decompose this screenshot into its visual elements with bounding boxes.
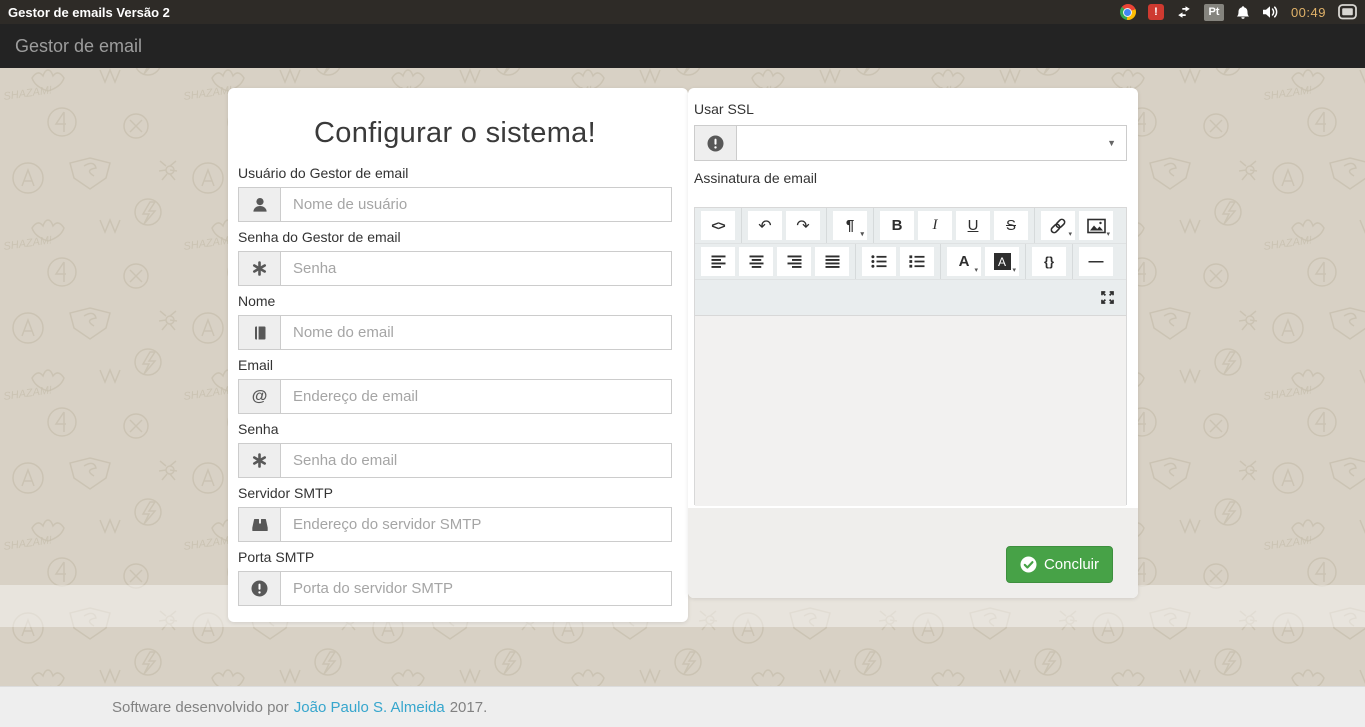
- ssl-select[interactable]: ▼: [736, 125, 1127, 161]
- redo-button[interactable]: ↷: [786, 211, 820, 240]
- system-tray: ! Pt 00:49: [1120, 4, 1357, 21]
- strikethrough-button[interactable]: S: [994, 211, 1028, 240]
- ssl-label: Usar SSL: [694, 102, 1127, 117]
- bell-icon[interactable]: [1236, 5, 1250, 20]
- field-label: Senha do Gestor de email: [238, 230, 672, 245]
- caret-down-icon: ▾: [1012, 266, 1016, 274]
- transfer-icon[interactable]: [1176, 5, 1192, 19]
- ordered-list-icon: [909, 255, 925, 268]
- field-label: Senha: [238, 422, 672, 437]
- unordered-list-icon: [871, 255, 887, 268]
- formatting-button[interactable]: ¶ ▾: [833, 211, 867, 240]
- view-html-button[interactable]: <>: [701, 211, 735, 240]
- signature-label: Assinatura de email: [694, 171, 1127, 186]
- author-link[interactable]: João Paulo S. Almeida: [294, 699, 445, 716]
- volume-icon[interactable]: [1262, 5, 1279, 19]
- asterisk-icon: [238, 443, 280, 478]
- chevron-down-icon: ▼: [1107, 138, 1116, 148]
- field-label: Nome: [238, 294, 672, 309]
- check-circle-icon: [1020, 556, 1037, 573]
- ssl-select-group: ▼: [694, 125, 1127, 161]
- smtp-server-input[interactable]: [280, 507, 672, 542]
- insert-image-button[interactable]: ▾: [1079, 211, 1113, 240]
- asterisk-icon: [238, 251, 280, 286]
- align-center-button[interactable]: [739, 247, 773, 276]
- underline-button[interactable]: U: [956, 211, 990, 240]
- caret-down-icon: ▾: [974, 266, 978, 274]
- app-navbar: Gestor de email: [0, 24, 1365, 68]
- field-smtp-port: Porta SMTP: [238, 550, 672, 606]
- exclamation-circle-icon: [694, 125, 736, 161]
- book-icon: [238, 315, 280, 350]
- align-center-icon: [749, 255, 764, 268]
- fore-color-button[interactable]: A ▾: [947, 247, 981, 276]
- email-address-input[interactable]: [280, 379, 672, 414]
- fullscreen-icon: [1100, 290, 1115, 305]
- image-icon: [1087, 218, 1106, 234]
- editor-toolbar-row1: <> ↶ ↷ ¶ ▾ B I U S: [695, 208, 1126, 244]
- keyboard-layout-badge[interactable]: Pt: [1204, 4, 1224, 21]
- justify-icon: [825, 255, 840, 268]
- link-icon: [1049, 217, 1067, 235]
- ordered-list-button[interactable]: [900, 247, 934, 276]
- at-icon: @: [238, 379, 280, 414]
- alert-icon[interactable]: !: [1148, 4, 1164, 20]
- footer-credit-text: Software desenvolvido por: [112, 699, 289, 716]
- exclamation-circle-icon: [238, 571, 280, 606]
- back-color-icon: A: [994, 253, 1011, 270]
- field-label: Email: [238, 358, 672, 373]
- caret-down-icon: ▾: [1106, 230, 1110, 238]
- field-manager-password: Senha do Gestor de email: [238, 230, 672, 286]
- field-smtp-server: Servidor SMTP: [238, 486, 672, 542]
- email-password-input[interactable]: [280, 443, 672, 478]
- undo-button[interactable]: ↶: [748, 211, 782, 240]
- caret-down-icon: ▾: [1068, 230, 1072, 238]
- italic-button[interactable]: I: [918, 211, 952, 240]
- inbox-icon: [238, 507, 280, 542]
- back-color-button[interactable]: A ▾: [985, 247, 1019, 276]
- caret-down-icon: ▾: [860, 230, 864, 238]
- field-email-address: Email @: [238, 358, 672, 414]
- display-icon[interactable]: [1338, 4, 1357, 20]
- email-name-input[interactable]: [280, 315, 672, 350]
- username-input[interactable]: [280, 187, 672, 222]
- signature-editor: <> ↶ ↷ ¶ ▾ B I U S: [694, 207, 1127, 505]
- link-button[interactable]: ▾: [1041, 211, 1075, 240]
- editor-toolbar-row2: A ▾ A ▾ {} —: [695, 244, 1126, 280]
- preformatted-button[interactable]: {}: [1032, 247, 1066, 276]
- submit-button-label: Concluir: [1044, 556, 1099, 573]
- editor-toolbar-row3: [695, 280, 1126, 316]
- signature-editor-body[interactable]: [695, 316, 1126, 506]
- horizontal-rule-button[interactable]: —: [1079, 247, 1113, 276]
- field-label: Servidor SMTP: [238, 486, 672, 501]
- align-right-icon: [787, 255, 802, 268]
- field-label: Porta SMTP: [238, 550, 672, 565]
- window-title: Gestor de emails Versão 2: [8, 5, 170, 20]
- config-card: Configurar o sistema! Usuário do Gestor …: [228, 88, 688, 622]
- chrome-icon[interactable]: [1120, 4, 1136, 20]
- navbar-brand[interactable]: Gestor de email: [0, 24, 142, 68]
- actions-bar: Concluir: [688, 508, 1138, 598]
- footer-year: 2017.: [450, 699, 488, 716]
- page-footer: Software desenvolvido por João Paulo S. …: [0, 686, 1365, 727]
- signature-card: Usar SSL ▼ Assinatura de email <> ↶ ↷: [688, 88, 1138, 598]
- align-right-button[interactable]: [777, 247, 811, 276]
- field-manager-user: Usuário do Gestor de email: [238, 166, 672, 222]
- justify-full-button[interactable]: [815, 247, 849, 276]
- page-title: Configurar o sistema!: [238, 116, 672, 150]
- field-email-name: Nome: [238, 294, 672, 350]
- unordered-list-button[interactable]: [862, 247, 896, 276]
- submit-button[interactable]: Concluir: [1006, 546, 1113, 583]
- field-email-password: Senha: [238, 422, 672, 478]
- fullscreen-button[interactable]: [1090, 283, 1124, 312]
- align-left-button[interactable]: [701, 247, 735, 276]
- manager-password-input[interactable]: [280, 251, 672, 286]
- field-label: Usuário do Gestor de email: [238, 166, 672, 181]
- smtp-port-input[interactable]: [280, 571, 672, 606]
- system-top-bar: Gestor de emails Versão 2 ! Pt 00:49: [0, 0, 1365, 24]
- clock[interactable]: 00:49: [1291, 5, 1326, 20]
- bold-button[interactable]: B: [880, 211, 914, 240]
- user-icon: [238, 187, 280, 222]
- align-left-icon: [711, 255, 726, 268]
